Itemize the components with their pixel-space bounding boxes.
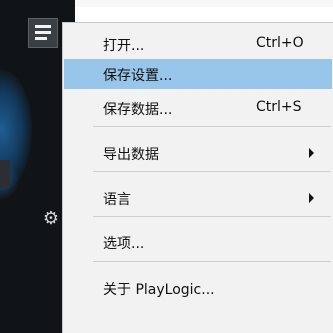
menu-item-options[interactable]: 选项... (63, 227, 333, 257)
menu-item-label: 导出数据 (103, 147, 159, 163)
app-window: ⚙ 打开... Ctrl+O 保存设置... 保存数据... Ctrl+S 导出… (0, 0, 333, 333)
menu-item-save-settings[interactable]: 保存设置... (64, 59, 332, 89)
menu-item-about[interactable]: 关于 PlayLogic... (63, 273, 333, 303)
side-panel-handle (0, 160, 10, 188)
submenu-arrow-icon (309, 193, 314, 203)
menu-item-label: 保存设置... (103, 68, 173, 84)
menu-separator (93, 216, 331, 217)
menu-item-save-data[interactable]: 保存数据... Ctrl+S (63, 93, 333, 123)
menu-item-label: 选项... (103, 236, 145, 252)
menu-item-shortcut: Ctrl+O (256, 35, 304, 51)
menu-item-language[interactable]: 语言 (63, 183, 333, 213)
hamburger-menu-button[interactable] (28, 18, 58, 48)
menu-item-label: 语言 (103, 192, 131, 208)
menu-item-export-data[interactable]: 导出数据 (63, 138, 333, 168)
menu-item-shortcut: Ctrl+S (256, 99, 302, 115)
menu-item-label: 保存数据... (103, 102, 173, 118)
menu-separator (93, 126, 331, 127)
gear-icon[interactable]: ⚙ (40, 208, 62, 230)
menu-item-open[interactable]: 打开... Ctrl+O (63, 29, 333, 59)
menu-item-label: 打开... (103, 38, 145, 54)
menu-separator (93, 171, 331, 172)
menu-item-label: 关于 PlayLogic... (103, 282, 215, 298)
file-context-menu: 打开... Ctrl+O 保存设置... 保存数据... Ctrl+S 导出数据… (62, 22, 333, 333)
submenu-arrow-icon (309, 148, 314, 158)
menu-separator (93, 261, 331, 262)
